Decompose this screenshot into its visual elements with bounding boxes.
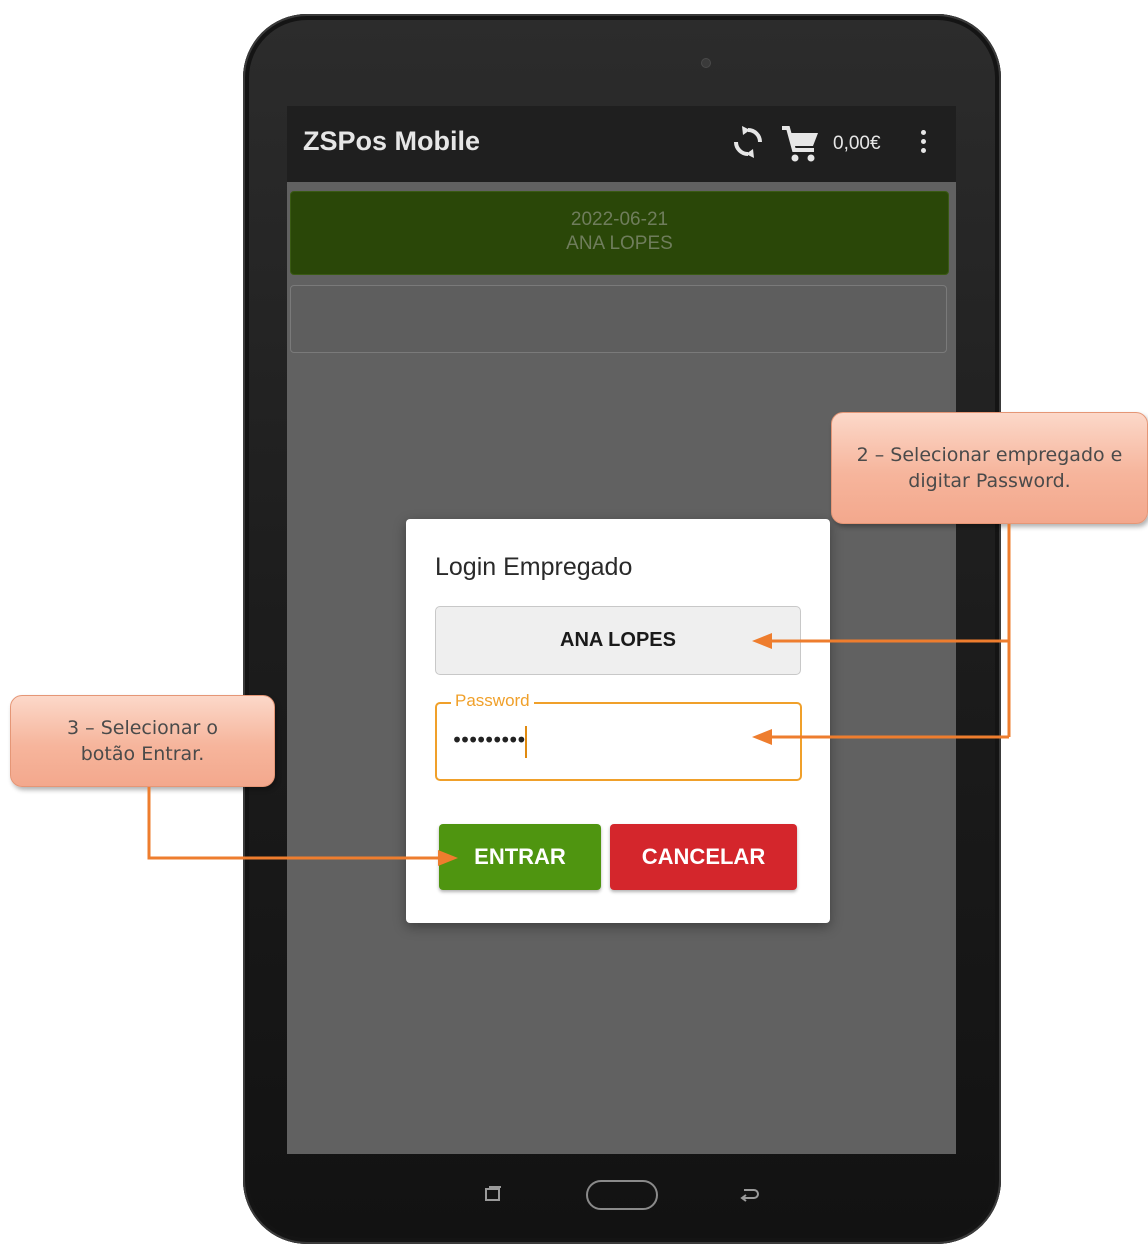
- callout-step-2-text: 2 – Selecionar empregado e digitar Passw…: [856, 444, 1123, 492]
- text-caret: [525, 726, 527, 758]
- password-label: Password: [451, 691, 534, 711]
- recent-apps-icon[interactable]: [484, 1185, 502, 1203]
- password-value: •••••••••: [451, 728, 527, 752]
- session-employee: ANA LOPES: [566, 233, 673, 254]
- session-card[interactable]: 2022-06-21 ANA LOPES: [290, 191, 949, 275]
- overflow-menu-icon[interactable]: [920, 130, 928, 156]
- login-dialog: Login Empregado ANA LOPES Password •••••…: [406, 519, 830, 923]
- back-icon[interactable]: [738, 1186, 760, 1204]
- employee-select[interactable]: ANA LOPES: [435, 606, 801, 675]
- front-camera: [701, 58, 711, 68]
- password-field[interactable]: Password •••••••••: [435, 691, 802, 781]
- empty-panel[interactable]: [290, 285, 947, 353]
- cart-total: 0,00€: [833, 133, 881, 154]
- app-title: ZSPos Mobile: [303, 126, 481, 156]
- callout-step-3-text: 3 – Selecionar o botão Entrar.: [67, 717, 218, 765]
- home-button[interactable]: [586, 1180, 658, 1210]
- employee-select-value: ANA LOPES: [560, 629, 676, 651]
- dialog-title: Login Empregado: [435, 553, 633, 581]
- cart-icon[interactable]: [780, 124, 820, 164]
- callout-step-2: 2 – Selecionar empregado e digitar Passw…: [831, 412, 1148, 524]
- session-date: 2022-06-21: [570, 209, 669, 230]
- callout-step-3: 3 – Selecionar o botão Entrar.: [10, 695, 275, 787]
- enter-button[interactable]: ENTRAR: [439, 824, 601, 890]
- sync-icon[interactable]: [730, 124, 766, 160]
- app-bar: ZSPos Mobile 0,00€: [287, 106, 956, 182]
- cancel-button[interactable]: CANCELAR: [610, 824, 797, 890]
